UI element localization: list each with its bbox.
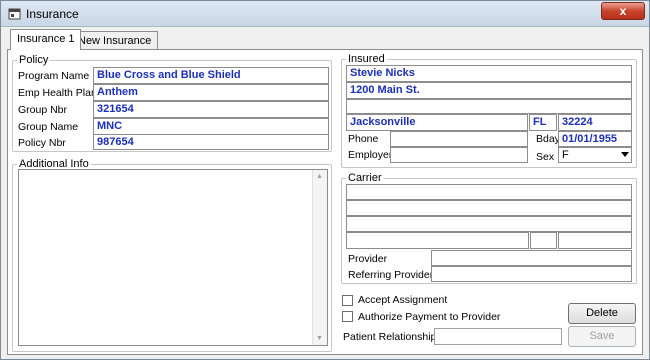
- insured-zip-field[interactable]: 32224: [558, 114, 632, 131]
- sex-value: F: [562, 149, 569, 161]
- group-name-label: Group Name: [18, 121, 79, 133]
- insured-address2-field[interactable]: [346, 99, 632, 114]
- policy-nbr-label: Policy Nbr: [18, 137, 66, 149]
- referring-provider-label: Referring Provider: [348, 269, 434, 281]
- provider-label: Provider: [348, 253, 388, 265]
- policy-legend: Policy: [19, 54, 49, 66]
- carrier-line-3[interactable]: [346, 216, 632, 232]
- employer-field[interactable]: [390, 147, 528, 163]
- chevron-down-icon[interactable]: [621, 152, 629, 157]
- insured-address-field[interactable]: 1200 Main St.: [346, 82, 632, 99]
- tab-insurance-1[interactable]: Insurance 1: [10, 29, 82, 50]
- insured-legend: Insured: [348, 53, 385, 65]
- program-name-label: Program Name: [18, 70, 90, 82]
- accept-assignment-checkbox[interactable]: [342, 295, 353, 306]
- vertical-scrollbar[interactable]: ▲ ▼: [312, 170, 327, 345]
- authorize-payment-label: Authorize Payment to Provider: [358, 311, 501, 323]
- additional-info-textarea[interactable]: ▲ ▼: [18, 169, 328, 346]
- emp-health-plan-field[interactable]: Anthem: [93, 84, 329, 101]
- accept-assignment-label: Accept Assignment: [358, 294, 448, 306]
- bday-field[interactable]: 01/01/1955: [558, 131, 632, 147]
- emp-health-plan-label: Emp Health Plan: [18, 87, 97, 99]
- group-name-field[interactable]: MNC: [93, 118, 329, 135]
- authorize-payment-checkbox[interactable]: [342, 311, 353, 322]
- insured-state-field[interactable]: FL: [529, 114, 557, 131]
- sex-label: Sex: [536, 151, 555, 163]
- tab-label: Insurance 1: [17, 33, 75, 45]
- scroll-down-icon[interactable]: ▼: [316, 335, 323, 342]
- close-button[interactable]: x: [601, 2, 645, 20]
- carrier-line-1[interactable]: [346, 184, 632, 200]
- carrier-zip-field[interactable]: [558, 232, 632, 249]
- window-title: Insurance: [26, 7, 79, 21]
- carrier-city-field[interactable]: [346, 232, 529, 249]
- insurance-window: Insurance x Insurance 1 New Insurance Po…: [0, 0, 650, 360]
- delete-button[interactable]: Delete: [568, 303, 636, 324]
- scroll-up-icon[interactable]: ▲: [316, 173, 323, 180]
- title-bar: Insurance x: [1, 1, 649, 27]
- referring-provider-field[interactable]: [431, 266, 632, 282]
- phone-field[interactable]: [390, 131, 528, 147]
- employer-label: Employer: [348, 149, 393, 161]
- sex-select[interactable]: F: [558, 147, 632, 163]
- patient-relationship-label: Patient Relationship: [343, 331, 437, 343]
- close-icon: x: [619, 4, 627, 18]
- carrier-legend: Carrier: [348, 172, 382, 184]
- insured-city-field[interactable]: Jacksonville: [346, 114, 528, 131]
- tab-new-insurance[interactable]: New Insurance: [71, 31, 159, 49]
- program-name-field[interactable]: Blue Cross and Blue Shield: [93, 67, 329, 84]
- tab-label: New Insurance: [78, 35, 152, 47]
- insured-name-field[interactable]: Stevie Nicks: [346, 65, 632, 82]
- carrier-line-2[interactable]: [346, 200, 632, 216]
- phone-label: Phone: [348, 133, 379, 145]
- save-button[interactable]: Save: [568, 326, 636, 347]
- carrier-state-field[interactable]: [530, 232, 557, 249]
- window-icon: [8, 8, 21, 20]
- group-nbr-label: Group Nbr: [18, 104, 68, 116]
- patient-relationship-field[interactable]: [434, 328, 562, 345]
- provider-field[interactable]: [431, 250, 632, 266]
- group-nbr-field[interactable]: 321654: [93, 101, 329, 118]
- bday-label: Bday: [536, 133, 560, 145]
- policy-nbr-field[interactable]: 987654: [93, 134, 329, 150]
